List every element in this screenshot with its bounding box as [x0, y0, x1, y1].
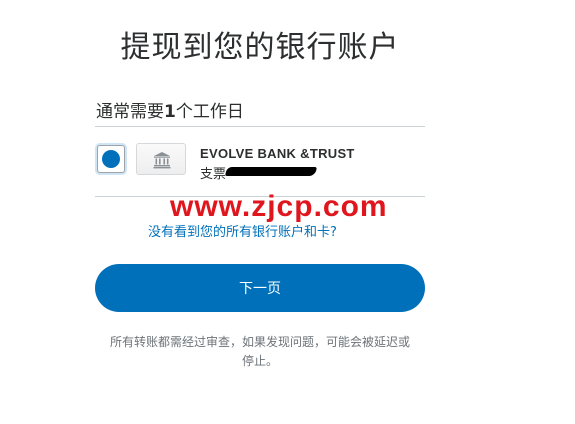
bank-icon — [153, 152, 171, 169]
review-notice-line1: 所有转账都需经过审查，如果发现问题，可能会被延迟或 — [109, 335, 410, 349]
account-type: 支票 — [200, 167, 227, 182]
missing-accounts-link[interactable]: 没有看到您的所有银行账户和卡? — [148, 221, 337, 240]
bank-name: EVOLVE BANK &TRUST — [200, 146, 355, 161]
redacted-account-number — [225, 167, 317, 176]
next-page-button[interactable]: 下一页 — [95, 264, 425, 312]
transfer-timing: 通常需要1个工作日 — [96, 97, 244, 122]
divider-top — [95, 126, 425, 127]
review-notice-line2: 停止。 — [241, 354, 278, 368]
timing-suffix: 个工作日 — [175, 102, 244, 122]
timing-prefix: 通常需要 — [96, 102, 164, 122]
radio-selected-dot — [102, 150, 120, 168]
timing-number: 1 — [164, 102, 176, 122]
page-title: 提现到您的银行账户 — [120, 30, 400, 65]
account-radio[interactable] — [97, 145, 125, 173]
review-notice: 所有转账都需经过审查，如果发现问题，可能会被延迟或 停止。 — [92, 333, 428, 371]
bank-icon-box — [136, 143, 186, 175]
watermark-text: www.zjcp.com — [170, 190, 388, 223]
